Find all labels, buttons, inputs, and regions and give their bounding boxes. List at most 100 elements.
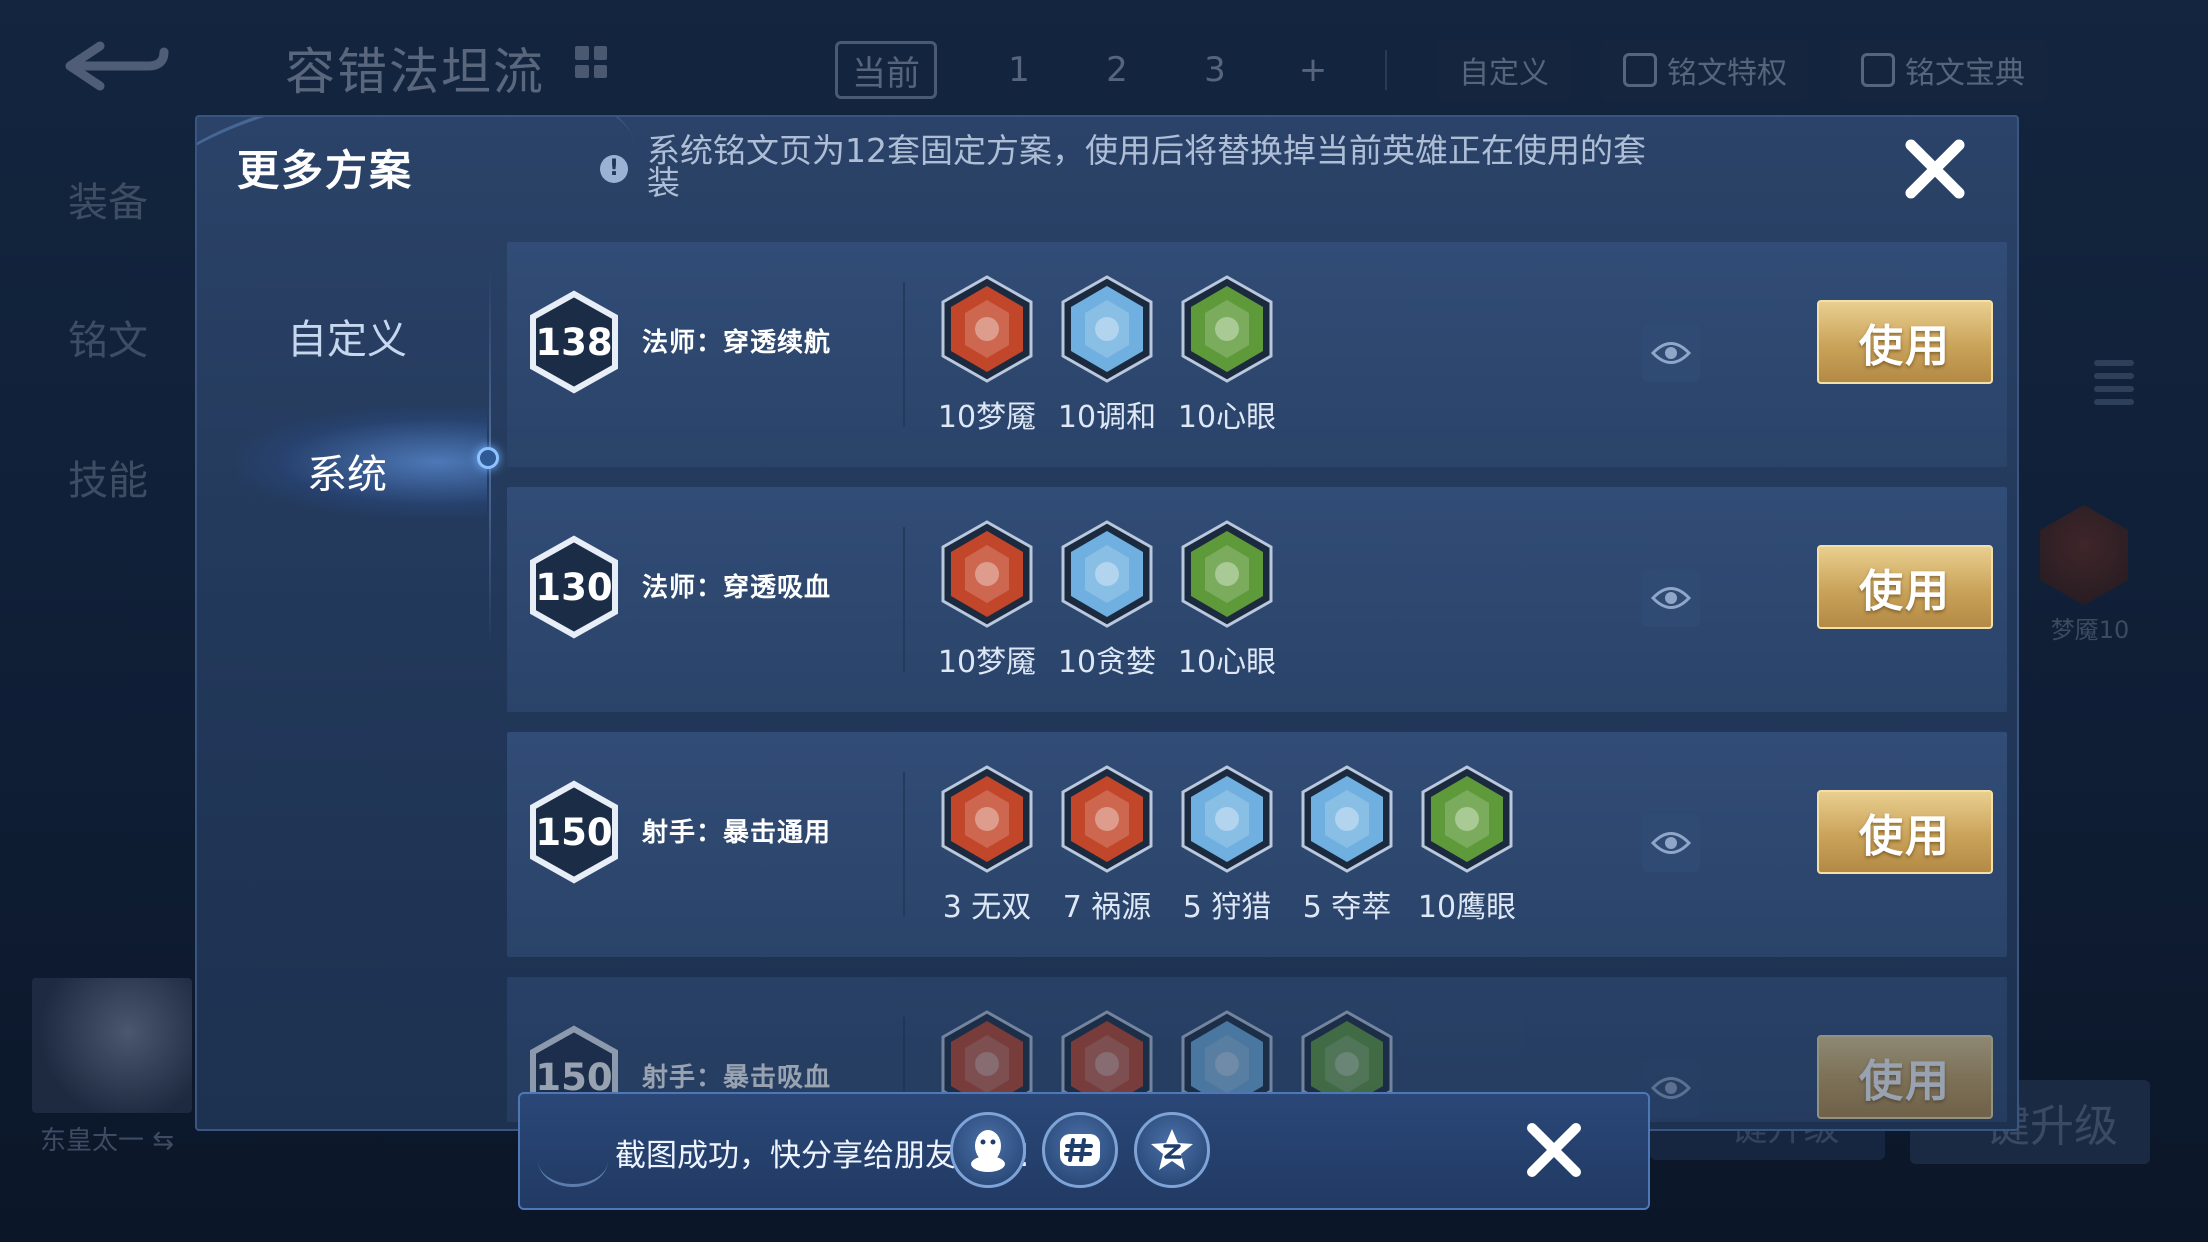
eye-icon xyxy=(1651,1077,1691,1099)
preview-button[interactable] xyxy=(1642,569,1700,627)
rune-label: 5 狩猎 xyxy=(1182,890,1272,925)
rune-label: 10梦魇 xyxy=(937,400,1037,435)
tab-2[interactable]: 2 xyxy=(1091,44,1143,96)
qq-icon xyxy=(971,1130,1005,1172)
use-button[interactable]: 使用 xyxy=(1817,790,1993,874)
rune-label: 3 无双 xyxy=(942,890,1032,925)
custom-button[interactable]: 自定义 xyxy=(1437,38,1571,102)
list-menu-icon[interactable] xyxy=(2094,360,2134,412)
level-badge: 130 xyxy=(529,535,619,639)
rune-label: 10调和 xyxy=(1057,400,1157,435)
more-schemes-modal: 更多方案 ! 系统铭文页为12套固定方案，使用后将替换掉当前英雄正在使用的套装 … xyxy=(195,115,2019,1131)
divider xyxy=(903,282,905,427)
info-icon: ! xyxy=(600,155,628,183)
rune-item[interactable]: 5 狩猎 xyxy=(1167,764,1287,926)
rune-item[interactable]: 10心眼 xyxy=(1167,519,1287,681)
rune-label: 10鹰眼 xyxy=(1417,890,1517,925)
scheme-row: 150 射手：暴击通用 3 无双 7 祸源 5 狩猎 5 夺萃 10鹰眼 使用 xyxy=(507,732,2007,957)
rune-label: 10梦魇 xyxy=(937,645,1037,680)
codex-button[interactable]: 铭文宝典 xyxy=(1839,38,2047,102)
eye-icon xyxy=(1651,342,1691,364)
rune-label: 7 祸源 xyxy=(1062,890,1152,925)
eye-icon xyxy=(1651,587,1691,609)
level-badge: 150 xyxy=(529,780,619,884)
rune-label: 5 夺萃 xyxy=(1302,890,1392,925)
sidebar-tab-custom[interactable]: 自定义 xyxy=(197,307,497,365)
eye-icon xyxy=(1651,832,1691,854)
rune-label: 10心眼 xyxy=(1177,645,1277,680)
rune-item[interactable]: 5 夺萃 xyxy=(1287,764,1407,926)
greed-rune-icon xyxy=(1061,520,1153,628)
codex-label: 铭文宝典 xyxy=(1905,56,2025,91)
crown-icon xyxy=(1623,53,1657,87)
sidebar-tab-system[interactable]: 系统 xyxy=(197,442,497,500)
rune-item[interactable]: 10梦魇 xyxy=(927,274,1047,436)
left-menu-rune[interactable]: 铭文 xyxy=(68,308,148,366)
scheme-name: 法师：穿透续航 xyxy=(642,328,832,358)
rune-item[interactable]: 3 无双 xyxy=(927,764,1047,926)
preview-button[interactable] xyxy=(1642,324,1700,382)
tab-add[interactable]: + xyxy=(1287,44,1339,96)
grid-icon[interactable] xyxy=(575,46,607,78)
level-badge: 138 xyxy=(529,290,619,394)
scheme-name: 射手：暴击通用 xyxy=(642,818,832,848)
mind-eye-rune-icon xyxy=(1181,520,1273,628)
plan-tabs: 当前 1 2 3 + 自定义 铭文特权 铭文宝典 xyxy=(835,38,2077,102)
close-icon[interactable] xyxy=(1520,1116,1588,1184)
rune-item[interactable]: 10心眼 xyxy=(1167,274,1287,436)
nightmare-rune-icon xyxy=(2040,505,2128,605)
preview-button[interactable] xyxy=(1642,1059,1700,1117)
left-menu-skill[interactable]: 技能 xyxy=(68,448,148,506)
custom-label: 自定义 xyxy=(1459,56,1549,91)
scheme-list[interactable]: 138 法师：穿透续航 10梦魇 10调和 10心眼 使用 130 法师：穿透吸… xyxy=(507,242,2007,1122)
level-value: 130 xyxy=(535,565,613,609)
rune-item[interactable]: 7 祸源 xyxy=(1047,764,1167,926)
rune-item[interactable]: 10鹰眼 xyxy=(1407,764,1527,926)
plunder-rune-icon xyxy=(1301,765,1393,873)
mind-eye-rune-icon xyxy=(1181,275,1273,383)
rune-item[interactable]: 10贪婪 xyxy=(1047,519,1167,681)
book-icon xyxy=(1861,53,1895,87)
level-value: 138 xyxy=(535,320,613,364)
close-icon[interactable] xyxy=(1897,131,1973,207)
hero-name: 东皇太一 ⇆ xyxy=(40,1126,175,1156)
divider xyxy=(903,772,905,917)
qzone-icon xyxy=(1151,1129,1193,1170)
divider xyxy=(1385,50,1387,90)
qq-share-button[interactable] xyxy=(950,1112,1026,1188)
scheme-row: 138 法师：穿透续航 10梦魇 10调和 10心眼 使用 xyxy=(507,242,2007,467)
notice-text: 系统铭文页为12套固定方案，使用后将替换掉当前英雄正在使用的套装 xyxy=(647,131,1646,202)
scheme-name: 法师：穿透吸血 xyxy=(642,573,832,603)
use-button[interactable]: 使用 xyxy=(1817,545,1993,629)
peerless-rune-icon xyxy=(941,765,1033,873)
rune-label: 10贪婪 xyxy=(1057,645,1157,680)
active-tab-indicator xyxy=(477,447,499,469)
left-menu-equipment[interactable]: 装备 xyxy=(68,170,148,228)
nightmare-rune-icon xyxy=(941,520,1033,628)
side-rune-label: 梦魇10 xyxy=(2050,616,2130,644)
privilege-label: 铭文特权 xyxy=(1667,56,1787,91)
use-button[interactable]: 使用 xyxy=(1817,300,1993,384)
moments-share-button[interactable] xyxy=(1042,1112,1118,1188)
use-button[interactable]: 使用 xyxy=(1817,1035,1993,1119)
qzone-share-button[interactable] xyxy=(1134,1112,1210,1188)
hawk-eye-rune-icon xyxy=(1421,765,1513,873)
tab-current[interactable]: 当前 xyxy=(835,41,937,99)
tab-3[interactable]: 3 xyxy=(1189,44,1241,96)
share-toast: 截图成功，快分享给朋友们吧! xyxy=(518,1092,1650,1210)
decor-swirl xyxy=(538,1134,608,1187)
hero-avatar[interactable] xyxy=(32,978,192,1113)
scheme-name: 射手：暴击吸血 xyxy=(642,1063,832,1093)
tab-1[interactable]: 1 xyxy=(993,44,1045,96)
preview-button[interactable] xyxy=(1642,814,1700,872)
rune-item[interactable]: 10梦魇 xyxy=(927,519,1047,681)
modal-title: 更多方案 xyxy=(237,146,414,195)
rune-list: 10梦魇 10调和 10心眼 xyxy=(927,274,1287,436)
divider xyxy=(903,527,905,672)
nightmare-rune-icon xyxy=(941,275,1033,383)
wechat-moments-icon xyxy=(1060,1134,1100,1166)
harmony-rune-icon xyxy=(1061,275,1153,383)
rune-item[interactable]: 10调和 xyxy=(1047,274,1167,436)
back-arrow-icon[interactable] xyxy=(60,38,172,96)
privilege-button[interactable]: 铭文特权 xyxy=(1601,38,1809,102)
